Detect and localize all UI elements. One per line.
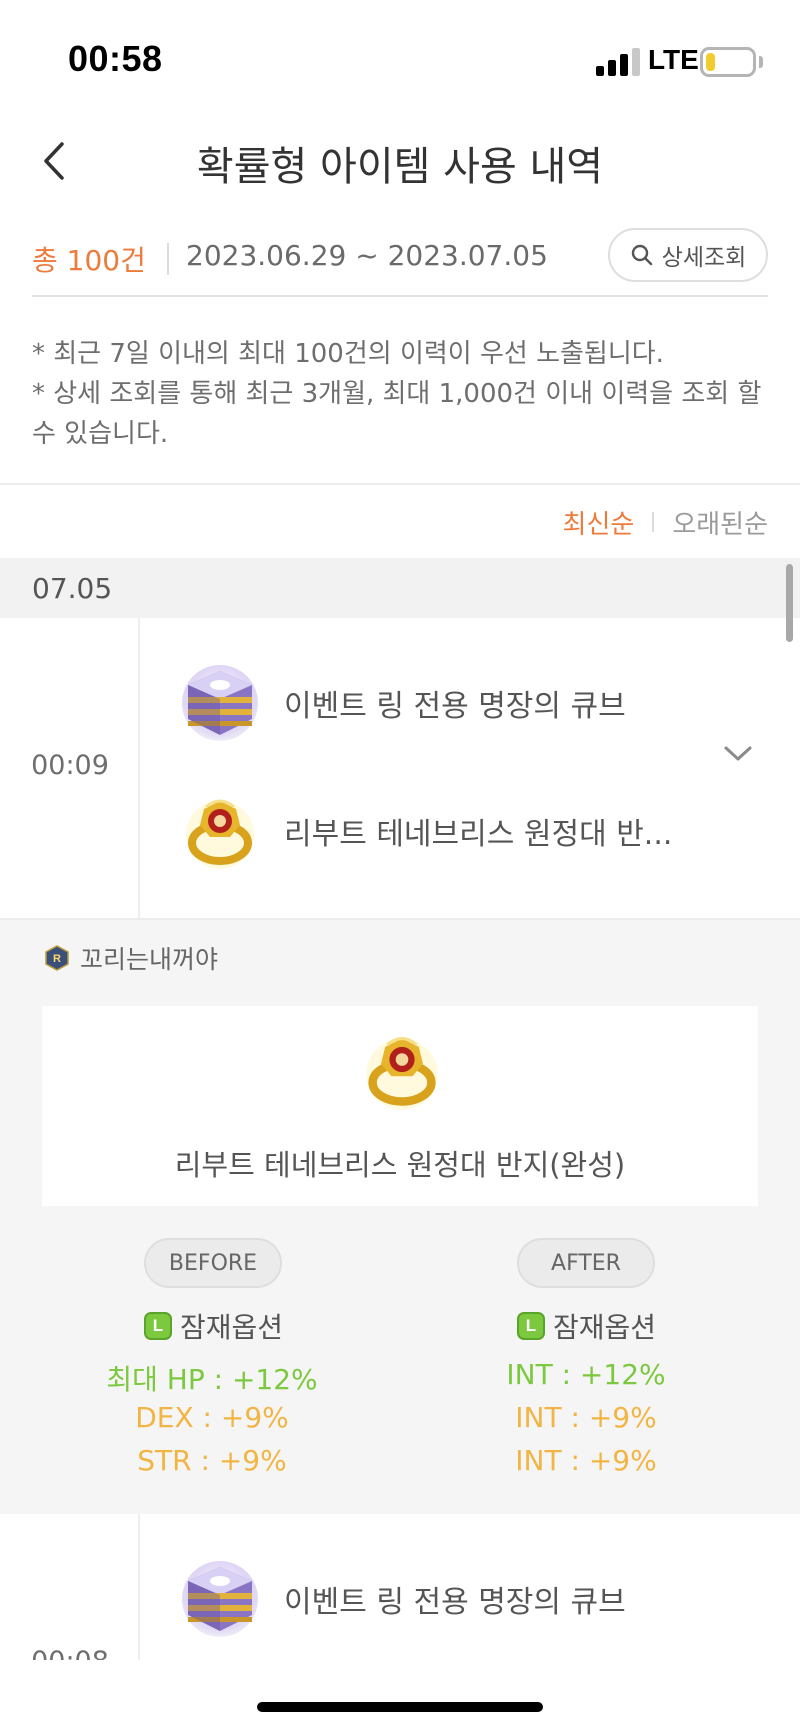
entry-time: 00:08 — [0, 1646, 140, 1660]
target-item-row: 리부트 테네브리스 원정대 반... — [180, 786, 672, 876]
bottom-safe-area — [0, 1660, 800, 1732]
character-world-icon: R — [45, 945, 69, 971]
legendary-grade-icon: L — [144, 1312, 172, 1340]
used-item-row: 이벤트 링 전용 명장의 큐브 — [180, 658, 626, 748]
sort-oldest-button[interactable]: 오래된순 — [672, 504, 768, 541]
used-item-row: 이벤트 링 전용 명장의 큐브 — [180, 1554, 626, 1644]
target-item-name: 리부트 테네브리스 원정대 반... — [284, 817, 673, 852]
detail-search-button[interactable]: 상세조회 — [608, 228, 768, 282]
after-option-line: INT : +12% — [506, 1358, 666, 1391]
detail-panel: R 꼬리는내꺼야 리부트 테네브리스 원정대 반지(완성) BEFORE L 잠… — [0, 918, 800, 1514]
section-divider — [0, 483, 800, 485]
cube-icon — [182, 1561, 258, 1637]
after-option-line: INT : +9% — [515, 1444, 657, 1477]
cube-icon — [182, 665, 258, 741]
sort-toggle: 최신순 오래된순 — [563, 500, 768, 544]
status-time: 00:58 — [68, 38, 163, 79]
notice-line: * 상세 조회를 통해 최근 3개월, 최대 1,000건 이내 이력을 조회 … — [32, 379, 762, 449]
before-option-line: STR : +9% — [137, 1444, 287, 1477]
total-count: 총 100건 — [32, 244, 146, 277]
entry-time: 00:09 — [31, 750, 109, 781]
usage-entry[interactable]: 00:08 이벤트 링 전용 명장의 큐브 — [0, 1514, 800, 1660]
date-range: 2023.06.29 ~ 2023.07.05 — [186, 239, 548, 272]
ring-icon — [366, 1036, 438, 1110]
home-indicator[interactable] — [257, 1702, 543, 1712]
after-label: AFTER — [517, 1238, 655, 1288]
before-option-header: L 잠재옵션 — [144, 1306, 283, 1346]
time-column: 00:08 — [0, 1514, 140, 1660]
item-card: 리부트 테네브리스 원정대 반지(완성) — [42, 1006, 758, 1206]
date-label: 07.05 — [32, 572, 113, 605]
notice-line: * 최근 7일 이내의 최대 100건의 이력이 우선 노출됩니다. — [32, 339, 664, 369]
used-item-name: 이벤트 링 전용 명장의 큐브 — [284, 689, 626, 724]
ring-icon — [186, 799, 254, 869]
after-option-line: INT : +9% — [515, 1401, 657, 1434]
date-group-header: 07.05 — [0, 558, 800, 618]
status-bar: 00:58 LTE — [0, 0, 800, 110]
after-option-header: L 잠재옵션 — [517, 1306, 656, 1346]
chevron-down-icon[interactable] — [720, 742, 756, 766]
page-title: 확률형 아이템 사용 내역 — [196, 144, 604, 190]
signal-icon — [596, 48, 640, 76]
usage-entry[interactable]: 00:09 이벤트 링 전용 명장의 큐브 리부트 테네브리스 원정대 반... — [0, 618, 800, 918]
character-row: R 꼬리는내꺼야 — [44, 940, 218, 976]
before-option-line: DEX : +9% — [135, 1401, 289, 1434]
search-icon — [631, 244, 652, 266]
sort-divider — [652, 512, 655, 532]
legendary-grade-icon: L — [517, 1312, 545, 1340]
detail-search-label: 상세조회 — [661, 245, 747, 271]
time-column: 00:09 — [0, 618, 140, 918]
sort-newest-button[interactable]: 최신순 — [563, 504, 635, 541]
option-title: 잠재옵션 — [553, 1311, 657, 1344]
used-item-name: 이벤트 링 전용 명장의 큐브 — [284, 1585, 626, 1620]
before-label: BEFORE — [144, 1238, 282, 1288]
network-label: LTE — [648, 44, 699, 75]
battery-icon — [700, 47, 756, 77]
character-name: 꼬리는내꺼야 — [80, 945, 219, 974]
summary-bar: 총 100건 2023.06.29 ~ 2023.07.05 상세조회 — [32, 225, 768, 297]
nav-bar: 확률형 아이템 사용 내역 — [0, 110, 800, 210]
item-full-name: 리부트 테네브리스 원정대 반지(완성) — [174, 1148, 626, 1182]
option-title: 잠재옵션 — [180, 1311, 284, 1344]
divider — [167, 243, 169, 275]
notice: * 최근 7일 이내의 최대 100건의 이력이 우선 노출됩니다. * 상세 … — [32, 334, 768, 454]
svg-text:R: R — [53, 953, 61, 965]
before-option-line: 최대 HP : +12% — [106, 1363, 318, 1396]
